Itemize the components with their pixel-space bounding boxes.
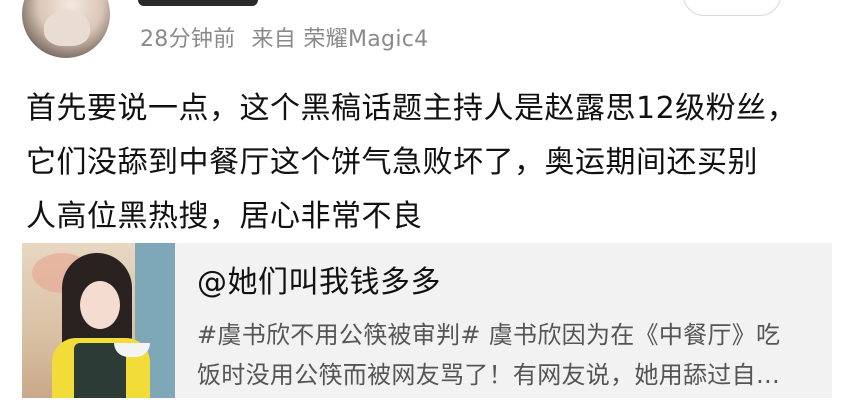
post-time: 28分钟前: [140, 27, 236, 52]
post-text: 首先要说一点，这个黑稿话题主持人是赵露思12级粉丝， 它们没舔到中餐厅这个饼气急…: [26, 82, 826, 244]
thumbnail-face: [80, 281, 120, 329]
repost-thumbnail[interactable]: [22, 243, 175, 398]
weibo-post: 28分钟前 来自 荣耀Magic4 首先要说一点，这个黑稿话题主持人是赵露思12级…: [0, 0, 846, 420]
avatar[interactable]: [22, 0, 110, 58]
repost-snippet: #虞书欣不用公筷被审判# 虞书欣因为在《中餐厅》吃 饭时没用公筷而被网友骂了！有…: [197, 315, 822, 395]
post-meta: 28分钟前 来自 荣耀Magic4: [140, 21, 428, 53]
post-text-line: 人高位黑热搜，居心非常不良: [26, 199, 423, 234]
post-source[interactable]: 来自 荣耀Magic4: [252, 27, 429, 52]
repost-snippet-line: 饭时没用公筷而被网友骂了！有网友说，她用舔过自…: [197, 361, 781, 389]
follow-button[interactable]: [683, 0, 781, 16]
username-cropped[interactable]: [138, 0, 258, 6]
post-text-line: 首先要说一点，这个黑稿话题主持人是赵露思12级粉丝，: [26, 91, 798, 126]
repost-card[interactable]: @她们叫我钱多多 #虞书欣不用公筷被审判# 虞书欣因为在《中餐厅》吃 饭时没用公…: [22, 243, 832, 398]
repost-author[interactable]: @她们叫我钱多多: [197, 257, 441, 301]
post-text-line: 它们没舔到中餐厅这个饼气急败坏了，奥运期间还买别: [26, 145, 758, 180]
repost-snippet-line: #虞书欣不用公筷被审判# 虞书欣因为在《中餐厅》吃: [197, 321, 781, 349]
